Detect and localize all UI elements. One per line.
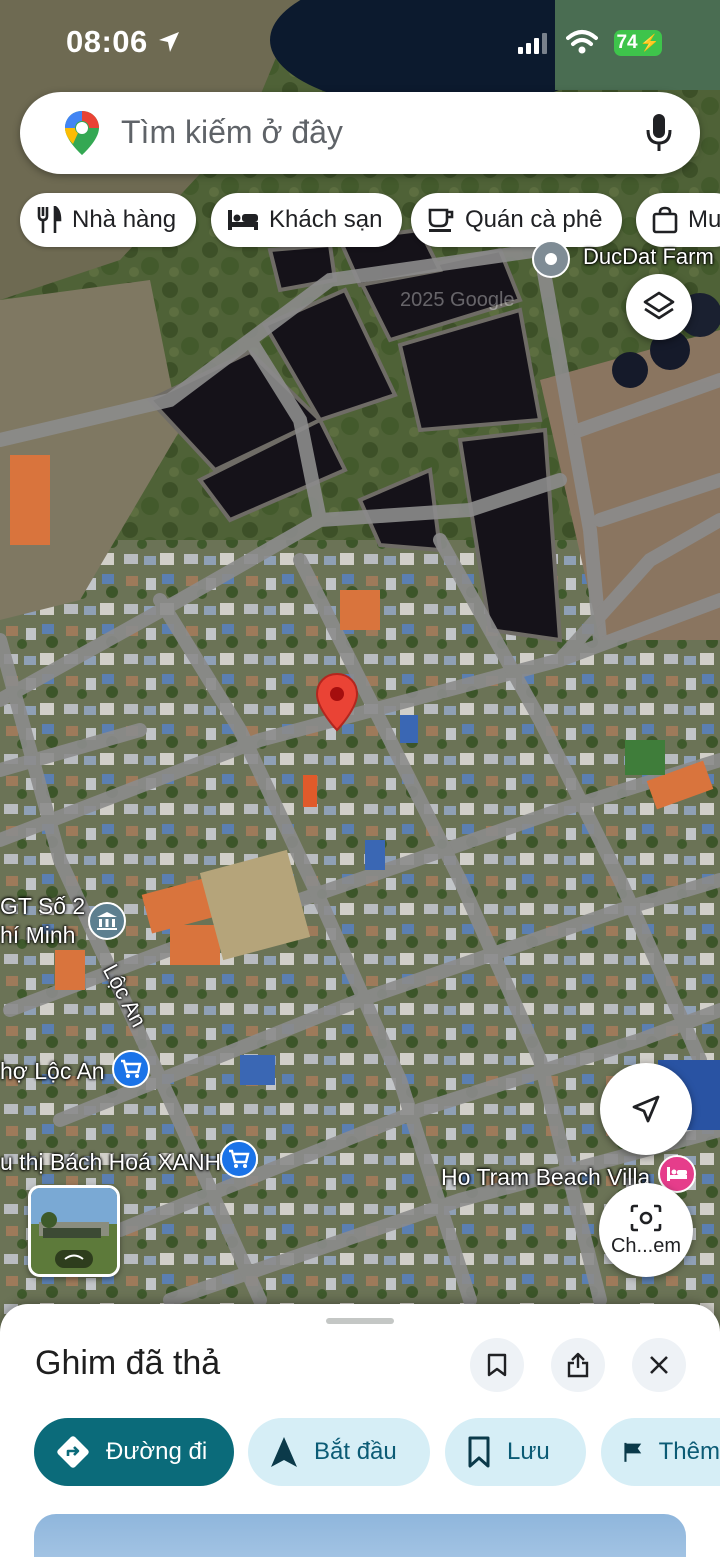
wifi-icon [566,30,598,54]
chip-hotels[interactable]: Khách sạn [211,193,403,247]
flag-icon [624,1442,642,1462]
sheet-drag-handle[interactable] [326,1318,394,1324]
battery-level: 74 [616,32,638,53]
place-marker-icon[interactable] [532,240,570,278]
share-button[interactable] [551,1338,605,1392]
save-action-label: Lưu [507,1438,550,1465]
bottom-sheet[interactable]: Ghim đã thả Đường đi Bắt đầu Lưu Thêm [0,1304,720,1557]
label-ducdat-farm[interactable]: DucDat Farm [583,244,714,270]
school-icon[interactable] [88,902,126,940]
photo-preview[interactable] [34,1514,686,1557]
street-view-thumbnail[interactable] [28,1185,120,1277]
bookmark-icon-action [468,1436,490,1468]
label-school-line2[interactable]: hí Minh [0,922,75,949]
location-arrow-icon [159,32,179,52]
signal-icon [518,33,547,54]
status-time: 08:06 [66,24,148,59]
chip-coffee[interactable]: Quán cà phê [411,193,623,247]
layers-icon [643,291,675,320]
label-school-line1[interactable]: GT Số 2 [0,893,85,920]
chip-label: Nhà hàng [72,206,177,233]
camera-label: Ch...em [610,1234,682,1257]
google-maps-logo [65,111,99,155]
sheet-title: Ghim đã thả [35,1344,221,1382]
bookmark-icon [487,1353,507,1377]
charging-bolt-icon: ⚡ [639,35,660,52]
close-button[interactable] [632,1338,686,1392]
status-bar: 08:06 74 ⚡ [0,0,720,88]
directions-label: Đường đi [106,1438,208,1465]
restaurant-icon [37,206,62,233]
hotel-icon [228,210,258,230]
directions-button[interactable]: Đường đi [34,1418,234,1486]
share-icon [567,1352,589,1378]
chip-label: Mu [688,206,720,233]
save-action-button[interactable]: Lưu [445,1418,586,1486]
layers-button[interactable] [626,274,692,340]
mic-icon[interactable] [644,112,674,154]
shopping-cart-icon[interactable] [112,1050,150,1088]
close-icon [650,1356,668,1374]
navigation-arrow-icon [632,1095,660,1123]
battery-icon: 74 ⚡ [614,30,662,56]
directions-icon [57,1436,89,1468]
search-bar[interactable]: Tìm kiếm ở đây [20,92,700,174]
chip-restaurants[interactable]: Nhà hàng [20,193,197,247]
camera-icon [630,1204,662,1231]
more-label: Thêm [658,1438,720,1465]
more-button[interactable]: Thêm [601,1418,720,1486]
chip-label: Quán cà phê [465,206,603,233]
label-ho-tram-beach-villa[interactable]: Ho Tram Beach Villa [441,1164,650,1191]
start-label: Bắt đầu [314,1438,397,1465]
save-button[interactable] [470,1338,524,1392]
chip-shopping[interactable]: Mu [636,193,720,247]
label-market-loc-an[interactable]: hợ Lộc An [0,1058,105,1085]
my-location-button[interactable] [600,1063,692,1155]
start-button[interactable]: Bắt đầu [248,1418,430,1486]
search-input[interactable]: Tìm kiếm ở đây [121,114,343,151]
shopping-cart-icon-2[interactable] [220,1140,258,1178]
navigation-arrow-icon-start [271,1437,297,1467]
camera-explore-button[interactable]: Ch...em [599,1183,693,1277]
chip-label: Khách sạn [269,206,383,233]
google-watermark: 2025 Google [400,289,515,311]
label-bach-hoa-xanh[interactable]: u thị Bách Hoá XANH [0,1149,221,1176]
shopping-icon [652,206,678,234]
coffee-icon [428,208,454,232]
dropped-pin-icon[interactable] [314,672,360,734]
